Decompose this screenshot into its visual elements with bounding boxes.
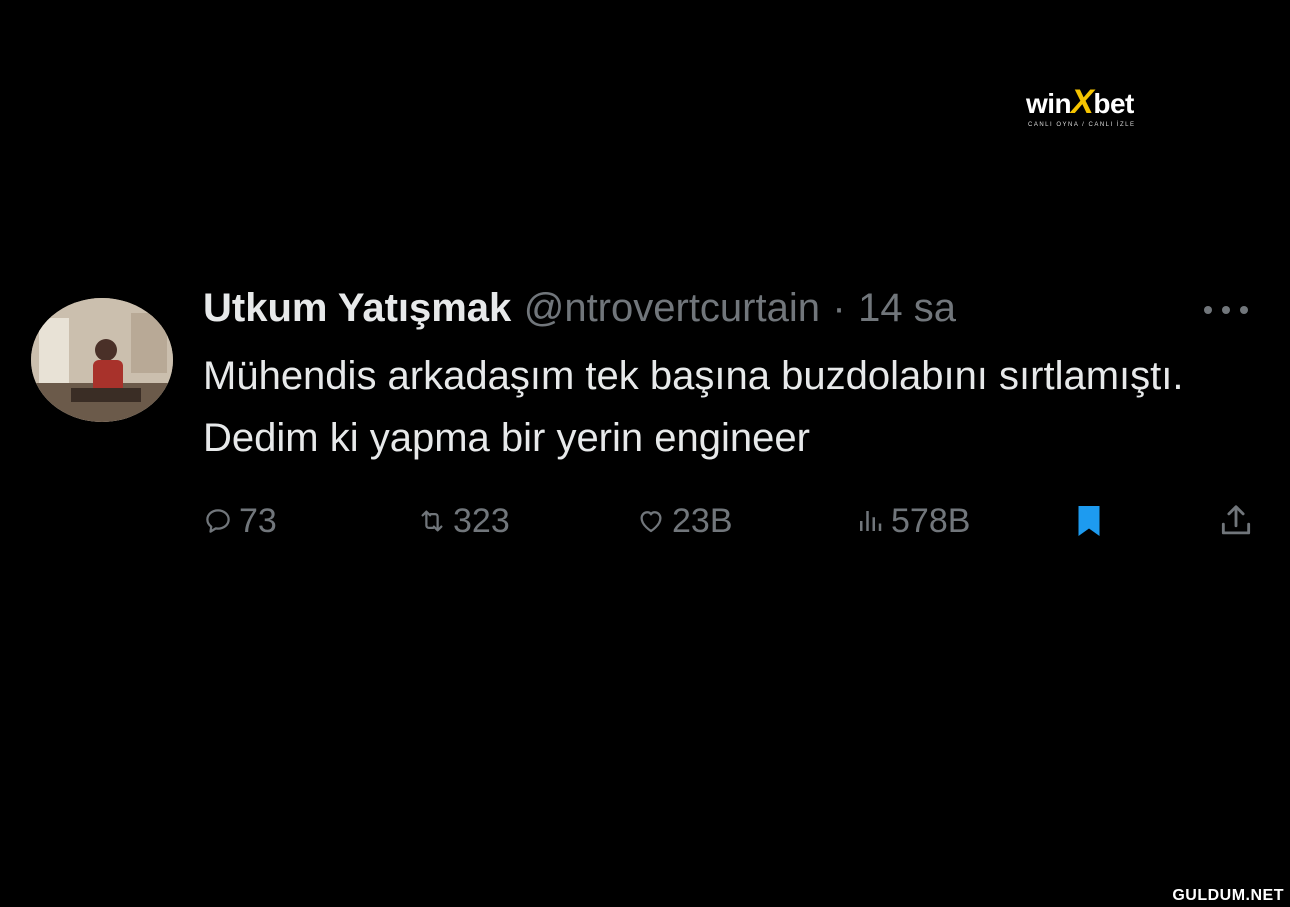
views-icon (860, 511, 882, 531)
tweet-text: Mühendis arkadaşım tek başına buzdolabın… (203, 354, 1184, 460)
tweet-header: Utkum Yatışmak @ntrovertcurtain · 14 sa (203, 284, 1203, 333)
retweet-count: 323 (453, 501, 510, 540)
reply-icon (206, 509, 230, 533)
user-handle[interactable]: @ntrovertcurtain (524, 286, 820, 330)
tweet-timestamp[interactable]: 14 sa (858, 286, 956, 330)
share-button[interactable] (1217, 498, 1261, 544)
site-watermark: GULDUM.NET (1172, 887, 1284, 904)
header-separator: · (832, 286, 846, 330)
bookmark-button[interactable] (1071, 498, 1113, 544)
brand-tagline: CANLI OYNA / CANLI İZLE (1028, 122, 1136, 128)
like-button[interactable]: 23B (636, 498, 733, 544)
more-horizontal-icon[interactable] (1200, 294, 1260, 324)
winxbet-logo: winXbet CANLI OYNA / CANLI İZLE (1026, 85, 1156, 128)
views-button[interactable]: 578B (855, 498, 970, 544)
avatar[interactable] (31, 298, 173, 422)
retweet-button[interactable]: 323 (417, 498, 510, 544)
display-name[interactable]: Utkum Yatışmak (203, 286, 511, 330)
like-count: 23B (672, 501, 733, 540)
reply-count: 73 (239, 501, 277, 540)
heart-icon (640, 511, 662, 533)
reply-button[interactable]: 73 (203, 498, 277, 544)
retweet-icon (421, 510, 443, 532)
tweet-actions: 73 323 23B 578B (203, 498, 1263, 544)
view-count: 578B (891, 501, 971, 540)
avatar-photo (31, 298, 173, 422)
bookmark-icon (1078, 506, 1100, 536)
share-icon (1221, 505, 1251, 535)
